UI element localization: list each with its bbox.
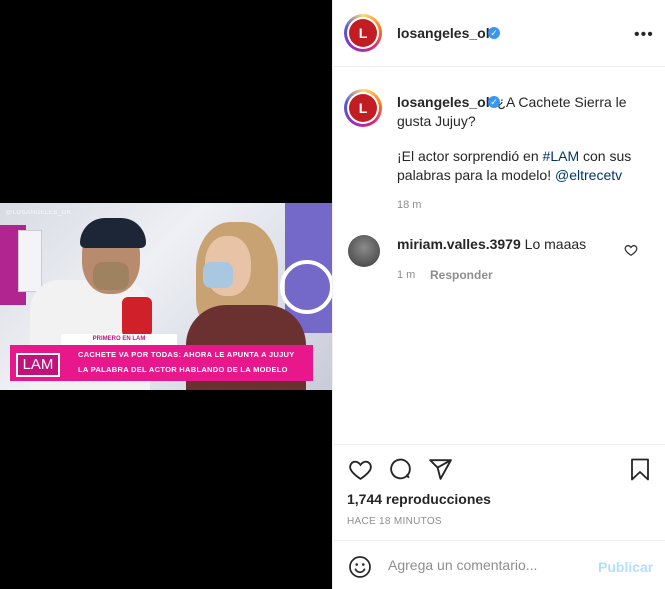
caption-text2-prefix: ¡El actor sorprendió en <box>397 148 543 164</box>
composer-divider <box>333 540 665 541</box>
heart-icon[interactable] <box>348 457 373 482</box>
view-count[interactable]: 1,744 reproducciones <box>347 491 491 507</box>
video-headline-line2: LA PALABRA DEL ACTOR HABLANDO DE LA MODE… <box>78 365 288 374</box>
mention-link[interactable]: @eltrecetv <box>555 167 622 183</box>
comment-icon[interactable] <box>388 457 413 482</box>
share-icon[interactable] <box>428 457 453 482</box>
caption-line2: ¡El actor sorprendió en #LAM con sus pal… <box>397 147 642 185</box>
actions-divider <box>333 444 665 445</box>
author-username[interactable]: losangeles_ok <box>397 25 494 41</box>
panel-divider <box>332 0 333 589</box>
verified-badge-icon: ✓ <box>488 27 500 39</box>
background-panel <box>18 230 42 292</box>
reply-button[interactable]: Responder <box>430 268 493 282</box>
caption-avatar[interactable]: L <box>344 89 382 127</box>
caption-line1: losangeles_ok ¿A Cachete Sierra le gusta… <box>397 93 642 131</box>
header-divider <box>333 66 665 67</box>
verified-badge-icon: ✓ <box>488 96 500 108</box>
caption-username[interactable]: losangeles_ok <box>397 94 494 110</box>
more-options-icon[interactable]: ••• <box>634 26 654 44</box>
lam-logo: LAM <box>16 353 60 377</box>
man-cap <box>80 218 146 248</box>
emoji-icon[interactable] <box>348 555 372 579</box>
microphone <box>122 297 152 337</box>
hashtag-link[interactable]: #LAM <box>543 148 580 164</box>
publish-button[interactable]: Publicar <box>598 559 653 575</box>
video-watermark: @LOSANGELES_OK <box>6 210 72 216</box>
background-circle <box>280 260 334 314</box>
comment-text: Lo maaas <box>524 236 587 252</box>
woman-mask <box>203 262 233 288</box>
man-mask <box>93 262 129 290</box>
caption-time[interactable]: 18 m <box>397 199 421 211</box>
video-headline-line1: CACHETE VA POR TODAS: AHORA LE APUNTA A … <box>78 350 295 359</box>
comment-body: miriam.valles.3979 Lo maaas <box>397 236 586 252</box>
comment-time[interactable]: 1 m <box>397 269 415 281</box>
video-tag: PRIMERO EN LAM <box>61 334 177 345</box>
commenter-avatar[interactable] <box>348 235 380 267</box>
author-avatar[interactable]: L <box>344 14 382 52</box>
comment-username[interactable]: miriam.valles.3979 <box>397 236 521 252</box>
posted-time[interactable]: HACE 18 MINUTOS <box>347 516 442 527</box>
comment-input[interactable] <box>388 557 588 573</box>
bookmark-icon[interactable] <box>628 457 652 482</box>
comment-like-heart-icon[interactable] <box>624 243 638 257</box>
